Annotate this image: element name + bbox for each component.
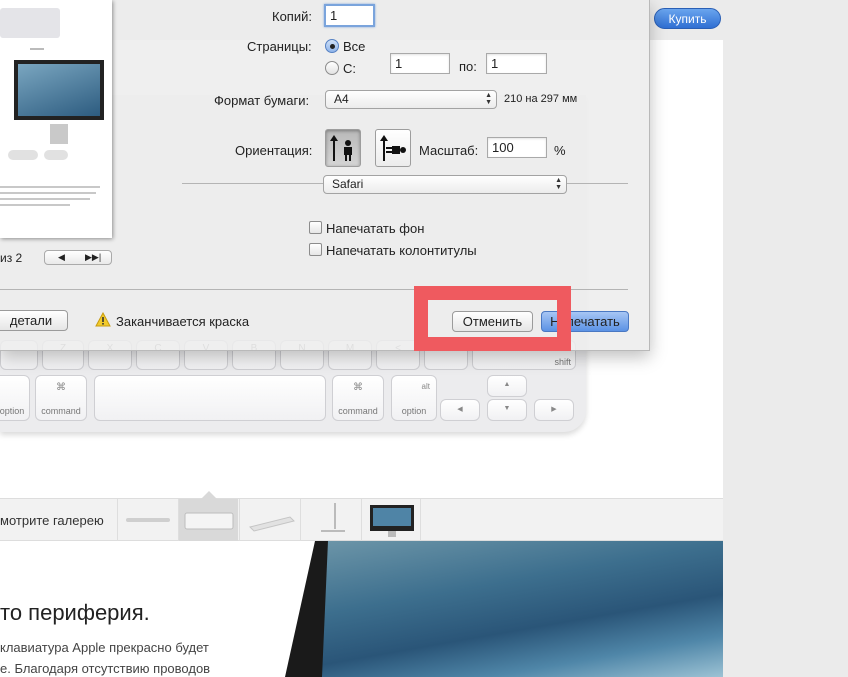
landscape-orientation-button[interactable]: [375, 129, 411, 167]
body-text-line: е. Благодаря отсутствию проводов: [0, 661, 211, 676]
body-text-line: клавиатура Apple прекрасно будет: [0, 640, 209, 655]
gallery-thumb[interactable]: [361, 499, 421, 541]
pages-all-radio[interactable]: [325, 39, 339, 53]
print-backgrounds-checkbox[interactable]: [309, 221, 322, 234]
preview-line: [30, 48, 44, 50]
keyboard-key-option: option: [0, 375, 30, 421]
gallery-thumb[interactable]: [300, 499, 360, 541]
prev-page-icon[interactable]: ◀: [58, 252, 65, 263]
command-symbol: ⌘: [56, 382, 66, 393]
keyboard-key-up: ▲: [487, 375, 527, 397]
pages-to-field[interactable]: 1: [486, 53, 547, 74]
pages-from-field[interactable]: 1: [390, 53, 450, 74]
key-label: command: [338, 406, 378, 416]
keyboard-key-command: ⌘ command: [35, 375, 87, 421]
preview-text-line: [0, 186, 100, 188]
preview-keyboard: [0, 8, 60, 38]
key-label: shift: [554, 357, 571, 367]
pages-from-label: С:: [343, 61, 356, 76]
scale-label: Масштаб:: [419, 143, 479, 158]
preview-text-line: [0, 192, 96, 194]
trackpad-thumb-icon: [249, 516, 295, 532]
command-symbol: ⌘: [353, 382, 363, 393]
keyboard-key-down: ▼: [487, 399, 527, 421]
gallery-link[interactable]: мотрите галерею: [0, 513, 104, 528]
section-headline: то периферия.: [0, 600, 150, 625]
preview-imac: [14, 60, 104, 120]
portrait-orientation-button[interactable]: [325, 129, 361, 167]
highlight-annotation: [414, 286, 571, 351]
paper-dimensions: 210 на 297 мм: [504, 93, 578, 105]
print-preview: [0, 0, 112, 238]
keyboard-thumb-icon: [126, 518, 170, 522]
page-indicator: из 2: [0, 251, 23, 265]
arrow-down-icon: ▼: [503, 405, 511, 412]
portrait-person-icon: [330, 135, 352, 161]
preview-text-line: [0, 204, 70, 206]
gallery-bar: мотрите галерею: [0, 491, 723, 541]
keyboard-thumb-icon: [184, 512, 234, 530]
pages-all-label: Все: [343, 39, 366, 54]
buy-button[interactable]: Купить: [654, 8, 721, 29]
scale-field[interactable]: 100: [487, 137, 547, 158]
print-headers-checkbox[interactable]: [309, 243, 322, 256]
next-page-icon[interactable]: ▶▶|: [85, 252, 101, 263]
preview-mouse: [8, 150, 38, 160]
copies-field[interactable]: 1: [324, 4, 375, 27]
copies-label: Копий:: [272, 9, 312, 24]
scale-unit: %: [554, 143, 566, 158]
key-label: command: [41, 406, 81, 416]
page-stepper[interactable]: ◀ ▶▶|: [44, 250, 112, 265]
print-headers-label: Напечатать колонтитулы: [326, 243, 477, 258]
gallery-pointer-icon: [201, 491, 217, 499]
keyboard-key-right: ▶: [534, 399, 574, 421]
keyboard-key-option: alt option: [391, 375, 437, 421]
paper-size-value: A4: [334, 92, 349, 106]
chevron-updown-icon: ▲ ▼: [485, 92, 492, 106]
ink-warning-text: Заканчивается краска: [116, 314, 250, 329]
imac-front-thumb-icon: [370, 505, 414, 537]
page-right-margin: [723, 40, 848, 677]
imac-wave-wallpaper: [322, 541, 723, 677]
keyboard-key-left: ◀: [440, 399, 480, 421]
paper-size-label: Формат бумаги:: [214, 93, 310, 108]
paper-size-select[interactable]: A4 ▲ ▼: [325, 90, 497, 109]
gallery-thumb[interactable]: [178, 499, 238, 541]
orientation-label: Ориентация:: [235, 143, 313, 158]
pages-to-label: по:: [459, 59, 477, 74]
alt-symbol: alt: [421, 382, 430, 391]
preview-text-line: [0, 198, 90, 200]
keyboard-key-space: [94, 375, 326, 421]
key-label: option: [401, 406, 427, 416]
app-options-value: Safari: [332, 177, 364, 191]
pages-label: Страницы:: [247, 39, 312, 54]
gallery-thumb[interactable]: [239, 499, 299, 541]
pages-range-radio[interactable]: [325, 61, 339, 75]
app-options-select[interactable]: Safari ▲ ▼: [323, 175, 567, 194]
imac-side-thumb-icon: [321, 503, 345, 532]
arrow-right-icon: ▶: [551, 406, 557, 413]
print-backgrounds-label: Напечатать фон: [326, 221, 425, 236]
key-label: option: [0, 406, 25, 416]
hide-details-button[interactable]: детали: [0, 310, 68, 331]
chevron-updown-icon: ▲ ▼: [555, 177, 562, 191]
warning-icon: [95, 312, 111, 327]
preview-mouse: [44, 150, 68, 160]
arrow-left-icon: ◀: [457, 406, 463, 413]
keyboard-key-command: ⌘ command: [332, 375, 384, 421]
gallery-thumb[interactable]: [117, 499, 177, 541]
preview-imac-stand: [50, 124, 68, 144]
landscape-person-icon: [380, 135, 406, 161]
arrow-up-icon: ▲: [503, 381, 511, 388]
